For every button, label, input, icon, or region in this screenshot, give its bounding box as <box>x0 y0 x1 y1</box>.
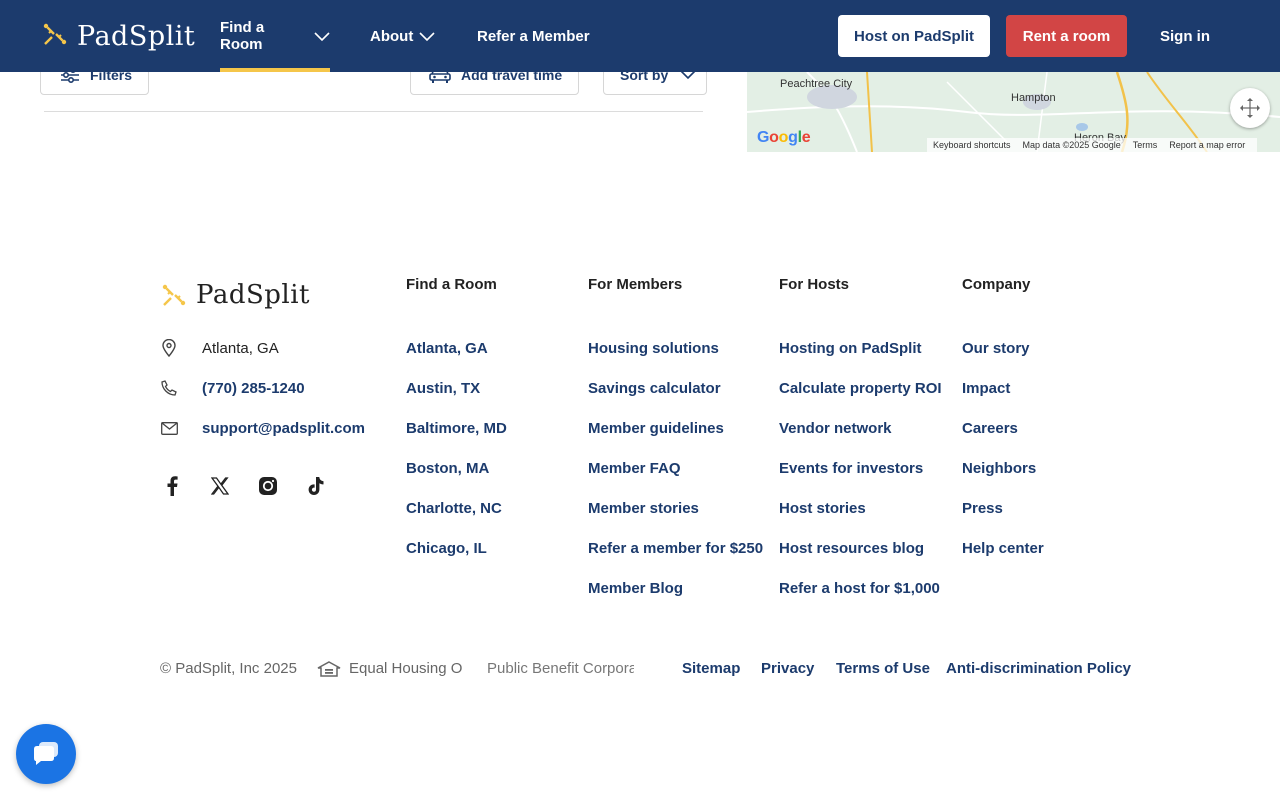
footer-link-neighbors[interactable]: Neighbors <box>962 460 1044 500</box>
footer-link-member-stories[interactable]: Member stories <box>588 500 763 540</box>
footer-link-charlotte[interactable]: Charlotte, NC <box>406 500 507 540</box>
chat-bubble-icon <box>31 739 61 769</box>
chevron-down-icon <box>314 29 330 46</box>
equal-housing-text: Equal Housing Opportunity <box>349 660 463 677</box>
location-pin-icon <box>160 339 178 357</box>
anti-discrimination-link[interactable]: Anti-discrimination Policy <box>946 659 1131 679</box>
privacy-link[interactable]: Privacy <box>761 659 814 679</box>
map-data-text: Map data ©2025 Google <box>1022 140 1121 150</box>
footer-link-careers[interactable]: Careers <box>962 420 1044 460</box>
contact-location: Atlanta, GA <box>160 339 279 357</box>
footer-column-find-a-room: Find a Room Atlanta, GA Austin, TX Balti… <box>406 276 507 580</box>
nav-refer-label: Refer a Member <box>477 27 590 45</box>
footer-column-company: Company Our story Impact Careers Neighbo… <box>962 276 1044 580</box>
terms-of-use-link[interactable]: Terms of Use <box>836 659 930 679</box>
chevron-down-icon <box>419 29 435 46</box>
public-benefit-text: Public Benefit Corporation <box>487 660 634 677</box>
column-title: Find a Room <box>406 276 497 293</box>
fullscreen-icon <box>1239 97 1261 119</box>
keyboard-shortcuts-link[interactable]: Keyboard shortcuts <box>927 140 1017 150</box>
footer-link-impact[interactable]: Impact <box>962 380 1044 420</box>
footer-link-property-roi[interactable]: Calculate property ROI <box>779 380 942 420</box>
footer-link-host-stories[interactable]: Host stories <box>779 500 942 540</box>
instagram-icon[interactable] <box>256 474 280 498</box>
email-link[interactable]: support@padsplit.com <box>202 420 365 437</box>
footer-link-investor-events[interactable]: Events for investors <box>779 460 942 500</box>
map-attribution-bar: Keyboard shortcuts Map data ©2025 Google… <box>927 138 1258 152</box>
map-terms-link[interactable]: Terms <box>1127 140 1164 150</box>
column-title: For Members <box>588 276 683 293</box>
footer-logo[interactable]: PadSplit <box>160 280 310 310</box>
footer-link-refer-member[interactable]: Refer a member for $250 <box>588 540 763 580</box>
map-label-peachtree-city: Peachtree City <box>780 78 853 90</box>
footer-link-housing-solutions[interactable]: Housing solutions <box>588 340 763 380</box>
footer-logo-wordmark: PadSplit <box>196 280 311 310</box>
rent-a-room-button[interactable]: Rent a room <box>1006 15 1127 57</box>
logo-wordmark: PadSplit <box>77 21 196 52</box>
footer-link-boston[interactable]: Boston, MA <box>406 460 507 500</box>
footer-link-press[interactable]: Press <box>962 500 1044 540</box>
footer-link-savings-calculator[interactable]: Savings calculator <box>588 380 763 420</box>
footer-link-baltimore[interactable]: Baltimore, MD <box>406 420 507 460</box>
x-twitter-icon[interactable] <box>208 474 232 498</box>
key-logo-icon <box>160 281 188 309</box>
active-tab-indicator <box>220 68 330 72</box>
nav-about[interactable]: About <box>370 0 435 72</box>
key-logo-icon <box>41 20 69 53</box>
mail-icon <box>160 419 178 437</box>
listing-map[interactable]: Peachtree City Hampton Heron Bay Google … <box>747 72 1280 152</box>
padsplit-logo[interactable]: PadSplit <box>41 20 195 53</box>
footer-link-austin[interactable]: Austin, TX <box>406 380 507 420</box>
tiktok-icon[interactable] <box>304 474 328 498</box>
results-divider <box>44 111 703 112</box>
footer-column-for-members: For Members Housing solutions Savings ca… <box>588 276 763 620</box>
google-logo: Google <box>757 129 811 146</box>
nav-find-a-room-label: Find a Room <box>220 19 265 53</box>
column-title: For Hosts <box>779 276 850 293</box>
nav-about-label: About <box>370 27 414 45</box>
copyright-text: © PadSplit, Inc 2025 <box>160 660 297 677</box>
footer-link-host-resources[interactable]: Host resources blog <box>779 540 942 580</box>
footer-link-vendor-network[interactable]: Vendor network <box>779 420 942 460</box>
footer-link-member-guidelines[interactable]: Member guidelines <box>588 420 763 460</box>
phone-link[interactable]: (770) 285-1240 <box>202 380 305 397</box>
nav-find-a-room[interactable]: Find a Room <box>220 0 330 72</box>
top-navigation-bar: PadSplit Find a Room About Refer a Membe… <box>0 0 1280 72</box>
footer-link-member-faq[interactable]: Member FAQ <box>588 460 763 500</box>
location-text: Atlanta, GA <box>202 339 279 357</box>
phone-icon <box>160 379 178 397</box>
footer-link-atlanta[interactable]: Atlanta, GA <box>406 340 507 380</box>
equal-housing-icon <box>317 661 341 677</box>
contact-email[interactable]: support@padsplit.com <box>160 419 365 437</box>
column-title: Company <box>962 276 1031 293</box>
sitemap-link[interactable]: Sitemap <box>682 659 740 679</box>
footer-link-member-blog[interactable]: Member Blog <box>588 580 763 620</box>
footer-link-help-center[interactable]: Help center <box>962 540 1044 580</box>
facebook-icon[interactable] <box>160 474 184 498</box>
footer-column-for-hosts: For Hosts Hosting on PadSplit Calculate … <box>779 276 942 620</box>
host-on-padsplit-button[interactable]: Host on PadSplit <box>838 15 990 57</box>
footer-link-chicago[interactable]: Chicago, IL <box>406 540 507 580</box>
sign-in-link[interactable]: Sign in <box>1160 0 1210 72</box>
equal-housing-badge: Equal Housing Opportunity <box>317 659 463 679</box>
map-label-hampton: Hampton <box>1011 92 1056 104</box>
nav-refer-a-member[interactable]: Refer a Member <box>477 0 590 72</box>
footer-link-our-story[interactable]: Our story <box>962 340 1044 380</box>
contact-phone[interactable]: (770) 285-1240 <box>160 379 305 397</box>
chat-launcher-button[interactable] <box>16 724 76 784</box>
map-fullscreen-button[interactable] <box>1230 88 1270 128</box>
footer-link-refer-host[interactable]: Refer a host for $1,000 <box>779 580 942 620</box>
report-map-error-link[interactable]: Report a map error <box>1163 140 1251 150</box>
footer-link-hosting[interactable]: Hosting on PadSplit <box>779 340 942 380</box>
